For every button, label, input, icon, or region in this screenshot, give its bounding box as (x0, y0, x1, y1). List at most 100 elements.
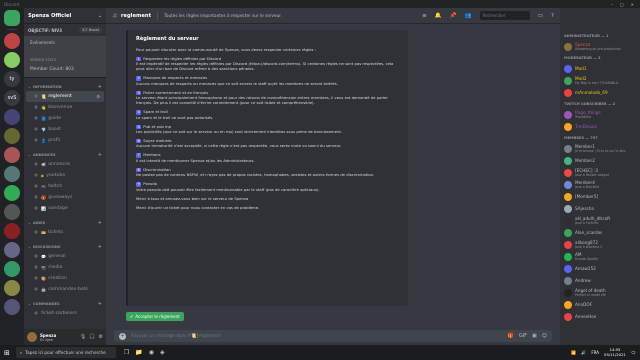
inbox-icon[interactable]: ▭ (538, 13, 543, 19)
channel-item[interactable]: # 📊 sondage (26, 203, 104, 214)
accept-rules-button[interactable]: ✔ Accepter le règlement (126, 312, 184, 321)
volume-icon[interactable]: 🔊 (581, 350, 586, 355)
server-icon[interactable] (4, 261, 20, 277)
member-item[interactable]: Member1 Je m'amuse | Si tu es sur le disc (564, 143, 636, 154)
server-icon[interactable] (4, 52, 20, 68)
channel-item[interactable]: # ticket-sarbeiers (26, 308, 104, 319)
file-explorer-icon[interactable]: 📁 (135, 349, 142, 356)
boost-goal[interactable]: OBJECTIF: NIV3 3/7 Boost (24, 24, 106, 36)
add-channel-icon[interactable]: + (98, 152, 102, 158)
member-item[interactable]: aH_adulh_dlkraft Joue à Fortnite (564, 215, 636, 226)
add-channel-icon[interactable]: + (98, 220, 102, 226)
server-icon[interactable] (4, 280, 20, 296)
discord-app-icon[interactable]: ◈ (160, 349, 165, 356)
channel-item[interactable]: # 📢 annonces (26, 159, 104, 170)
channel-item[interactable]: # 🎫 tickets (26, 227, 104, 238)
member-item[interactable]: Mod1 (564, 63, 636, 74)
channel-item[interactable]: # 💬 general (26, 251, 104, 262)
avatar[interactable] (27, 332, 37, 342)
help-icon[interactable]: ? (551, 13, 554, 19)
channel-topic[interactable]: Toutes les règles importantes à respecte… (164, 13, 282, 18)
task-view-icon[interactable]: ❐ (124, 349, 129, 356)
search-input[interactable]: Rechercher (479, 11, 530, 20)
server-icon[interactable] (4, 128, 20, 144)
server-icon[interactable] (4, 223, 20, 239)
member-item[interactable]: AM Écoute Spotify (564, 251, 636, 262)
member-item[interactable]: TimDeLaiz (564, 121, 636, 132)
language-indicator[interactable]: FRA (591, 350, 599, 355)
events-link[interactable]: Événements (30, 40, 55, 45)
channel-item[interactable]: # 📘 guide (26, 113, 104, 124)
member-item[interactable]: Angel of death Perfect in mode eth (564, 287, 636, 298)
channel-item[interactable]: # ▶ youtube (26, 170, 104, 181)
add-channel-icon[interactable]: + (98, 301, 102, 307)
add-channel-icon[interactable]: + (98, 84, 102, 90)
member-count-channel[interactable]: Member Count: 803 (30, 67, 74, 72)
members-icon[interactable]: 👥 (465, 13, 472, 19)
server-icon[interactable] (4, 10, 20, 26)
server-icon[interactable] (4, 166, 20, 182)
channel-category[interactable]: ⌄ AIDES + (24, 214, 106, 227)
channel-category[interactable]: ⌄ INFORMATION + (24, 78, 106, 91)
minimize-icon[interactable]: – (611, 2, 613, 7)
member-item[interactable]: AnnDOF (564, 299, 636, 310)
channel-item[interactable]: # 📜 reglement ⚙ (26, 91, 104, 102)
sticker-icon[interactable]: ▣ (532, 333, 537, 339)
close-icon[interactable]: ✕ (631, 2, 634, 7)
server-icon[interactable] (4, 204, 20, 220)
emoji-icon[interactable]: ☺ (542, 333, 547, 339)
server-icon[interactable]: svS (4, 90, 20, 106)
member-item[interactable]: Spenza Streaming on pré-production (564, 41, 636, 52)
member-item[interactable]: mAnmalado_69 (564, 87, 636, 98)
channel-item[interactable]: # 🎨 creation (26, 273, 104, 284)
member-item[interactable]: Alan_scardos (564, 227, 636, 238)
channel-category[interactable]: ⌄ DISCUSSIONS + (24, 238, 106, 251)
channel-item[interactable]: # 🎮 twitch (26, 181, 104, 192)
server-icon[interactable] (4, 299, 20, 315)
gear-icon[interactable]: ⚙ (99, 334, 103, 340)
windows-start-icon[interactable]: ⊞ (4, 349, 10, 357)
member-item[interactable]: Member4 Joue à Blacklist (564, 179, 636, 190)
server-icon[interactable] (4, 242, 20, 258)
notification-icon[interactable]: 🗨 (631, 350, 636, 355)
member-item[interactable]: AnnexHoe (564, 311, 636, 322)
mic-icon[interactable]: 🎙 (80, 334, 86, 340)
bell-icon[interactable]: 🔔 (435, 13, 442, 19)
headphones-icon[interactable]: 🎧 (89, 334, 95, 340)
member-item[interactable]: Amaw252 (564, 263, 636, 274)
member-item[interactable]: [ÉCHEC] :3 Joue à Rocket League (564, 167, 636, 178)
member-item[interactable]: [Member5] (564, 191, 636, 202)
gift-icon[interactable]: 🎁 (508, 333, 514, 339)
taskbar-search[interactable]: ⌕ Tapez ici pour effectuer une recherche (15, 347, 116, 358)
maximize-icon[interactable]: □ (620, 2, 624, 7)
channel-item[interactable]: # 💎 boost (26, 124, 104, 135)
channel-item[interactable]: # 🎁 giveaways (26, 192, 104, 203)
message-input[interactable]: Envoyer un message dans #📜┃règlement (131, 333, 220, 339)
pin-icon[interactable]: 📌 (450, 13, 457, 19)
browser-icon[interactable]: ◉ (149, 349, 154, 356)
taskbar-search-input[interactable]: Tapez ici pour effectuer une recherche (25, 350, 105, 355)
member-item[interactable]: alikong872 Joue à Blacklist 3 (564, 239, 636, 250)
threads-icon[interactable]: ≡ (422, 13, 427, 19)
channel-item[interactable]: # 🤖 commandes-bots (26, 284, 104, 295)
server-icon[interactable] (4, 33, 20, 49)
member-item[interactable]: Member2 (564, 155, 636, 166)
network-icon[interactable]: 📶 (571, 350, 576, 355)
server-icon[interactable] (4, 185, 20, 201)
member-item[interactable]: SAjessha (564, 203, 636, 214)
member-item[interactable]: Mod2 My Moji is me / TICHANBLA (564, 75, 636, 86)
server-icon[interactable] (4, 147, 20, 163)
channel-item[interactable]: # 👋 bienvenue (26, 102, 104, 113)
member-item[interactable]: Andrew (564, 275, 636, 286)
member-item[interactable]: Rago_things Travailleur (564, 109, 636, 120)
server-icon[interactable]: ty (4, 71, 20, 87)
add-attachment-icon[interactable]: + (119, 332, 126, 340)
server-icon[interactable] (4, 109, 20, 125)
gif-icon[interactable]: GIF (519, 333, 527, 339)
channel-item[interactable]: # 👤 profil (26, 135, 104, 146)
gear-icon[interactable]: ⚙ (96, 94, 100, 99)
system-clock[interactable]: 14:55 05/11/2021 (604, 347, 626, 357)
add-channel-icon[interactable]: + (98, 244, 102, 250)
channel-category[interactable]: ⌄ COMMANDES + (24, 295, 106, 308)
channel-category[interactable]: ⌄ ANNONCES + (24, 146, 106, 159)
